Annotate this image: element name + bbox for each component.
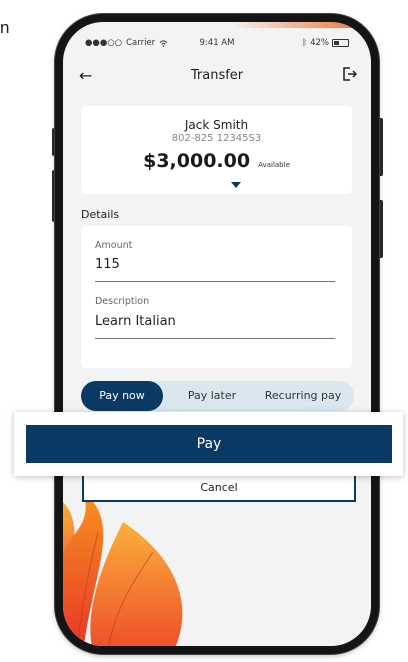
amount-label: Amount <box>95 240 133 251</box>
description-input[interactable]: Learn Italian <box>95 314 176 329</box>
page-title: Transfer <box>190 68 244 83</box>
edge-text: n <box>0 18 10 37</box>
description-label: Description <box>95 296 150 307</box>
account-number: 802-825 12345S3 <box>171 133 262 144</box>
account-name: Jack Smith <box>184 118 249 132</box>
status-right: ᛒ 42% <box>302 38 349 48</box>
details-section-label: Details <box>81 208 120 221</box>
description-underline <box>95 338 335 339</box>
pay-later-option[interactable]: Pay later <box>177 381 247 411</box>
account-balance: $3,000.00 <box>143 150 251 172</box>
recurring-pay-option[interactable]: Recurring pay <box>257 381 349 411</box>
amount-underline <box>95 281 335 282</box>
account-card[interactable]: Jack Smith 802-825 12345S3 $3,000.00 Ava… <box>81 106 352 194</box>
logout-icon[interactable] <box>341 66 357 82</box>
pay-now-option[interactable]: Pay now <box>81 381 163 411</box>
amount-input[interactable]: 115 <box>95 257 120 272</box>
status-bar: ●●●○○ Carrier 9:41 AM ᛒ 42% <box>63 22 371 50</box>
payment-option-toggle: Pay now Pay later Recurring pay <box>81 381 354 411</box>
pay-button-popout: Pay <box>14 412 403 476</box>
caret-down-icon[interactable] <box>231 182 241 188</box>
cancel-button[interactable]: Cancel <box>82 476 356 502</box>
battery-percent: 42% <box>310 38 329 48</box>
flame-illustration <box>63 492 183 646</box>
bluetooth-icon: ᛒ <box>301 38 308 48</box>
details-card: Amount 115 Description Learn Italian <box>81 226 352 368</box>
balance-suffix: Available <box>258 161 290 169</box>
pay-button[interactable]: Pay <box>26 425 392 463</box>
account-balance-row: $3,000.00 Available <box>81 150 352 172</box>
app-header: ← Transfer <box>63 62 371 92</box>
phone-screen: ●●●○○ Carrier 9:41 AM ᛒ 42% ← Transfer J… <box>63 22 371 646</box>
battery-icon <box>332 39 349 47</box>
